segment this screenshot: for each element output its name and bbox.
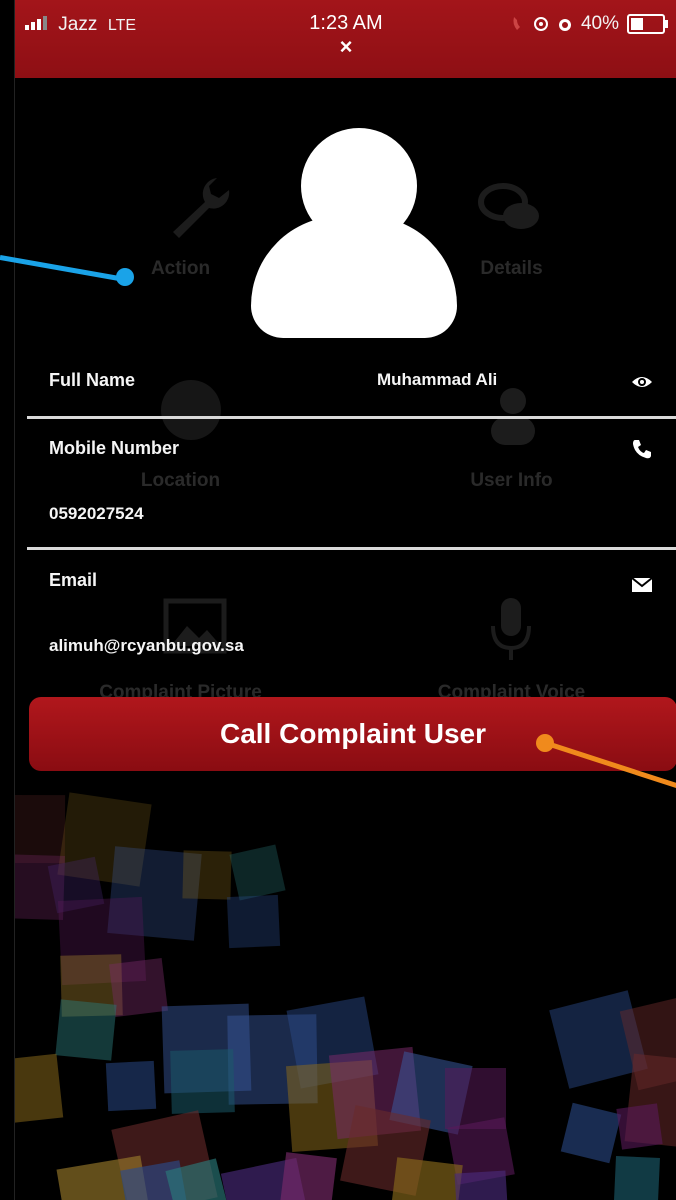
full-name-row: Full Name Muhammad Ali: [15, 362, 676, 402]
user-avatar: [251, 128, 457, 338]
status-bar: Jazz LTE 1:23 AM × 40%: [15, 0, 676, 78]
mobile-value[interactable]: 0592027524: [49, 504, 144, 524]
battery-icon: [627, 14, 668, 34]
mobile-row: Mobile Number 0592027524: [15, 432, 676, 532]
mosaic-tile: [454, 1170, 509, 1200]
envelope-icon[interactable]: [631, 574, 653, 596]
wrench-icon: [173, 178, 230, 238]
email-row: Email alimuh@rcyanbu.gov.sa: [15, 562, 676, 662]
mosaic-tile: [229, 844, 287, 901]
email-value[interactable]: alimuh@rcyanbu.gov.sa: [49, 636, 244, 656]
location-icon: [533, 17, 548, 31]
eye-icon[interactable]: [631, 371, 653, 393]
annotation-dot-orange: [536, 734, 554, 752]
email-label: Email: [49, 570, 98, 590]
mosaic-tile: [279, 1151, 337, 1200]
phone-screen: Jazz LTE 1:23 AM × 40% Action Details Lo…: [14, 0, 676, 1200]
mosaic-tile: [182, 850, 232, 900]
call-active-icon: [513, 17, 520, 30]
mosaic-tile: [226, 894, 281, 948]
full-name-value: Muhammad Ali: [377, 370, 498, 389]
mobile-label: Mobile Number: [49, 438, 180, 458]
mosaic-tile: [105, 1061, 157, 1112]
mosaic-tile: [108, 957, 168, 1017]
mosaic-tile: [15, 1053, 64, 1125]
mosaic-tile: [55, 999, 117, 1061]
avatar-head: [301, 128, 417, 244]
annotation-dot-blue: [116, 268, 134, 286]
full-name-label: Full Name: [49, 370, 136, 390]
chat-icon: [478, 183, 539, 229]
mosaic-tile: [15, 794, 66, 863]
mosaic-tile: [616, 1103, 663, 1150]
mosaic-tile: [388, 1157, 463, 1200]
mosaic-tile: [560, 1103, 621, 1164]
status-right: 40%: [511, 13, 668, 35]
mosaic-tile: [170, 1049, 236, 1114]
alarm-icon: [558, 19, 571, 31]
close-button[interactable]: ×: [15, 34, 676, 60]
battery-percent: 40%: [580, 13, 619, 34]
phone-icon[interactable]: [631, 438, 653, 460]
decorative-mosaic-background: [15, 790, 676, 1200]
divider-2: [27, 547, 676, 550]
mosaic-tile: [614, 1155, 661, 1200]
divider-1: [27, 416, 676, 419]
call-complaint-user-button[interactable]: Call Complaint User: [29, 697, 676, 771]
